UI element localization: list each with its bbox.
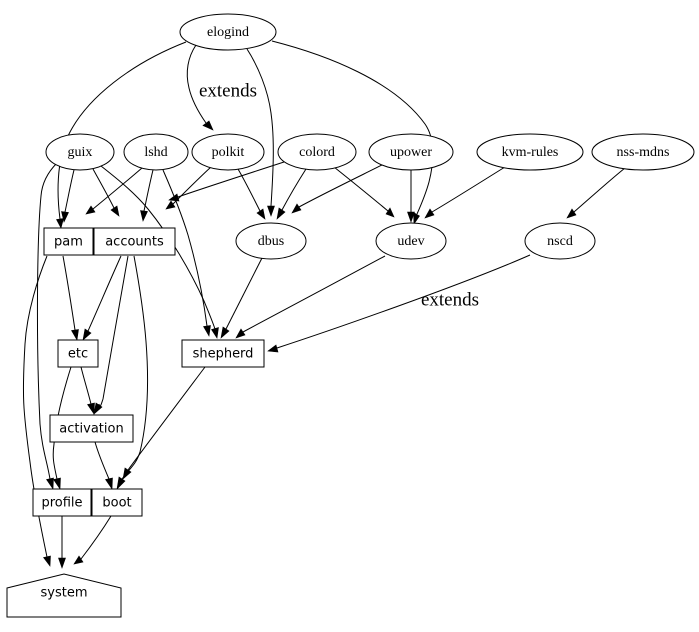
edge-label-extends-top: extends	[199, 80, 257, 101]
node-colord[interactable]: colord	[277, 133, 357, 171]
node-guix-label: guix	[68, 145, 93, 160]
edge-profile-system	[58, 516, 66, 569]
edge-label-extends-middle: extends	[421, 289, 479, 310]
node-upower[interactable]: upower	[368, 133, 454, 171]
edge-upower-dbus	[291, 164, 383, 214]
node-activation-label: activation	[59, 422, 123, 437]
node-shepherd-label: shepherd	[193, 347, 254, 362]
edge-kvmrules-udev	[424, 166, 506, 219]
edge-elogind-dbus	[246, 48, 275, 217]
node-system[interactable]: system	[6, 573, 122, 618]
edge-activation-boot	[94, 441, 113, 490]
node-accounts[interactable]: accounts	[93, 227, 176, 256]
edge-guix-pam	[61, 169, 75, 223]
node-upower-label: upower	[390, 145, 432, 160]
edge-upower-udev	[407, 170, 415, 223]
node-polkit-label: polkit	[212, 145, 245, 160]
edge-colord-dbus	[276, 168, 307, 220]
node-etc[interactable]: etc	[57, 339, 99, 368]
edge-pam-etc	[62, 255, 79, 341]
node-udev-label: udev	[397, 234, 424, 249]
service-extension-graph: extends extends elogind guix lshd polkit	[0, 0, 699, 632]
node-kvm-rules-label: kvm-rules	[502, 145, 559, 160]
node-nss-mdns-label: nss-mdns	[617, 145, 670, 160]
edge-nssmdns-nscd	[566, 167, 626, 219]
node-activation[interactable]: activation	[49, 414, 134, 443]
node-nscd[interactable]: nscd	[524, 222, 596, 260]
node-pam[interactable]: pam	[43, 227, 94, 256]
node-nss-mdns[interactable]: nss-mdns	[591, 133, 695, 171]
node-colord-label: colord	[299, 145, 335, 160]
node-udev[interactable]: udev	[375, 222, 447, 260]
node-polkit[interactable]: polkit	[191, 133, 265, 171]
edge-labels-layer: extends extends	[199, 80, 479, 310]
edge-boot-system	[73, 515, 112, 565]
node-lshd[interactable]: lshd	[123, 133, 189, 171]
node-accounts-label: accounts	[105, 235, 164, 250]
node-dbus-label: dbus	[258, 234, 284, 249]
edge-polkit-dbus	[237, 168, 266, 220]
node-boot-label: boot	[102, 496, 131, 511]
node-elogind-label: elogind	[207, 25, 249, 40]
node-profile[interactable]: profile	[32, 488, 92, 517]
node-etc-label: etc	[68, 347, 88, 362]
node-boot[interactable]: boot	[91, 488, 143, 517]
node-shepherd[interactable]: shepherd	[181, 339, 265, 368]
edge-nscd-shepherd	[267, 254, 531, 353]
edge-etc-activation	[80, 366, 95, 415]
node-system-label: system	[41, 586, 88, 601]
node-nscd-label: nscd	[547, 234, 573, 249]
node-kvm-rules[interactable]: kvm-rules	[476, 133, 584, 171]
edge-guix-accounts	[92, 168, 120, 217]
node-pam-label: pam	[54, 235, 83, 250]
node-elogind[interactable]: elogind	[179, 13, 277, 51]
graph-canvas: extends extends elogind guix lshd polkit	[6, 13, 695, 618]
edge-udev-shepherd	[235, 255, 386, 339]
edge-dbus-shepherd	[220, 257, 263, 339]
node-guix[interactable]: guix	[45, 133, 115, 171]
node-lshd-label: lshd	[144, 145, 167, 160]
nodes-layer: elogind guix lshd polkit colord upower k…	[6, 13, 695, 618]
edge-elogind-udev	[271, 40, 434, 225]
node-profile-label: profile	[41, 496, 82, 511]
edge-pam-system	[22, 255, 51, 567]
node-dbus[interactable]: dbus	[235, 222, 307, 260]
